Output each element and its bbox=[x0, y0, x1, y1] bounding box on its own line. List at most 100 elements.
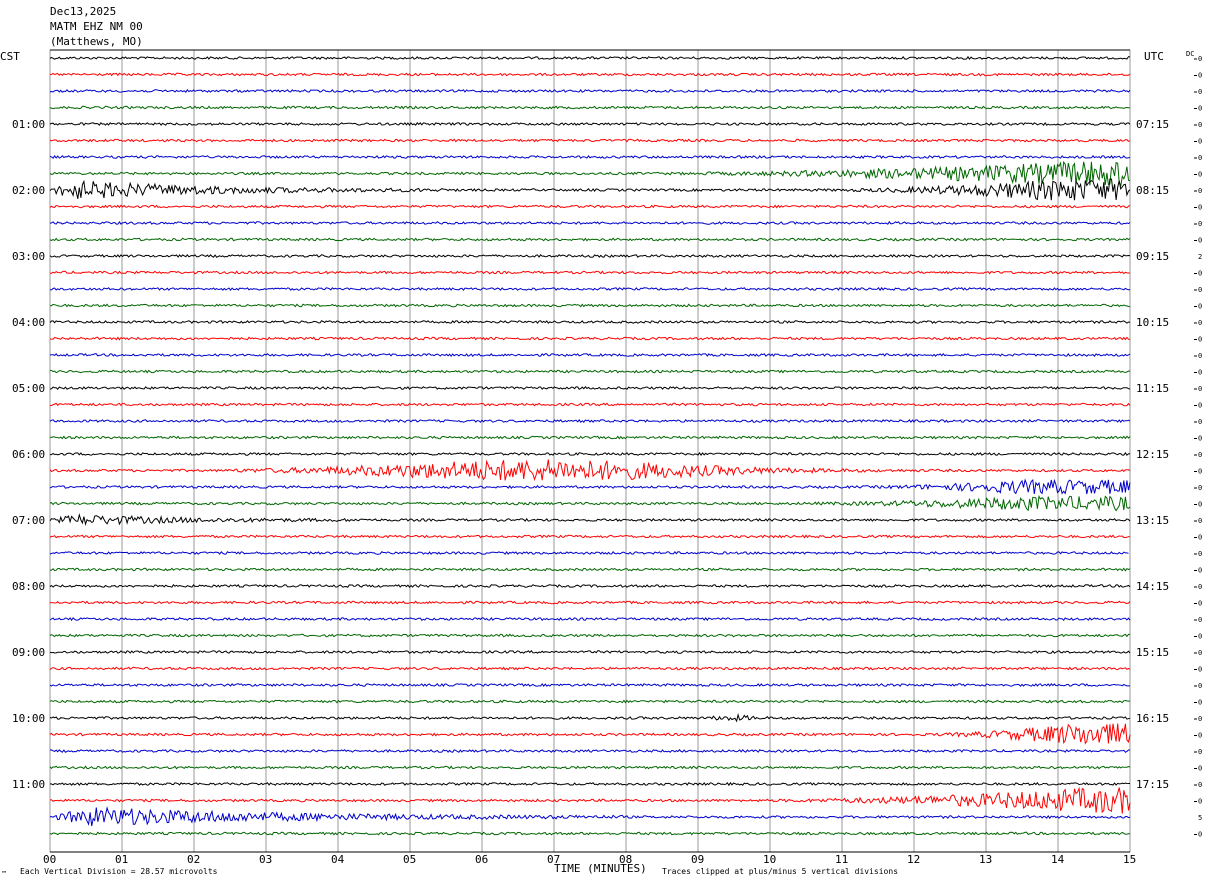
x-tick-label: 14 bbox=[1051, 853, 1065, 866]
trace-line bbox=[49, 494, 1131, 512]
x-axis-label: TIME (MINUTES) bbox=[554, 862, 647, 875]
trace-line bbox=[50, 402, 1131, 407]
trace-line bbox=[49, 650, 1131, 654]
trace-line bbox=[49, 178, 1131, 201]
header-date: Dec13,2025 bbox=[50, 5, 116, 18]
dc-offset-label: 0 bbox=[1198, 633, 1202, 641]
trace-line bbox=[49, 584, 1131, 588]
dc-offset-label: 0 bbox=[1198, 517, 1202, 525]
right-hour-label: 16:15 bbox=[1136, 712, 1169, 725]
left-hour-label: 08:00 bbox=[12, 580, 45, 593]
trace-line bbox=[49, 138, 1131, 143]
dc-offset-label: 0 bbox=[1198, 237, 1202, 245]
right-hour-label: 11:15 bbox=[1136, 382, 1169, 395]
trace-line bbox=[49, 699, 1131, 704]
trace-line bbox=[49, 253, 1131, 258]
right-hour-label: 15:15 bbox=[1136, 646, 1169, 659]
left-hour-label: 07:00 bbox=[12, 514, 45, 527]
header-station: MATM EHZ NM 00 bbox=[50, 20, 143, 33]
dc-offset-label: 0 bbox=[1198, 600, 1202, 608]
seismic-traces bbox=[49, 55, 1131, 836]
x-tick-label: 06 bbox=[475, 853, 488, 866]
helicorder-chart: Dec13,2025 MATM EHZ NM 00 (Matthews, MO)… bbox=[0, 5, 1202, 878]
trace-line bbox=[49, 204, 1131, 209]
trace-line bbox=[49, 154, 1131, 160]
trace-line bbox=[49, 369, 1131, 374]
trace-line bbox=[49, 534, 1131, 539]
dc-offset-label: 0 bbox=[1198, 435, 1202, 443]
left-hour-label: 02:00 bbox=[12, 184, 45, 197]
trace-line bbox=[49, 683, 1130, 687]
dc-offset-label: 0 bbox=[1198, 699, 1202, 707]
dc-offset-label: 0 bbox=[1198, 666, 1202, 674]
right-hour-labels: 07:15 08:15 09:15 10:15 11:15 12:15 13:15 14:15… bbox=[1136, 118, 1169, 791]
trace-line bbox=[49, 600, 1131, 605]
dc-offset-label: 5 bbox=[1198, 814, 1202, 822]
dc-offset-label: 0 bbox=[1198, 187, 1202, 195]
minute-gridlines bbox=[49, 49, 1131, 853]
trace-line bbox=[49, 237, 1131, 242]
trace-line bbox=[49, 513, 1131, 526]
dc-offset-label: 0 bbox=[1198, 138, 1202, 146]
trace-line bbox=[49, 781, 1130, 787]
dc-offset-label: 0 bbox=[1198, 88, 1202, 96]
dc-offset-label: 0 bbox=[1198, 303, 1202, 311]
dc-offset-label: 0 bbox=[1198, 798, 1202, 806]
dc-offset-label: 0 bbox=[1198, 369, 1202, 377]
dc-offset-label: 0 bbox=[1198, 121, 1202, 129]
dc-offset-label: 0 bbox=[1198, 583, 1202, 591]
dc-header-label: DC bbox=[1186, 50, 1194, 58]
trace-line bbox=[49, 550, 1129, 555]
dc-offset-label: 0 bbox=[1198, 748, 1202, 756]
left-timezone-label: CST bbox=[0, 50, 20, 63]
x-tick-label: 02 bbox=[187, 853, 200, 866]
x-tick-label: 05 bbox=[403, 853, 416, 866]
x-tick-label: 10 bbox=[763, 853, 776, 866]
trace-line bbox=[49, 336, 1131, 341]
right-hour-label: 14:15 bbox=[1136, 580, 1169, 593]
dc-offset-label: 0 bbox=[1198, 484, 1202, 492]
dc-offset-label: 0 bbox=[1198, 567, 1202, 575]
dc-offset-label: 0 bbox=[1198, 468, 1202, 476]
dc-offset-label: 0 bbox=[1198, 204, 1202, 212]
trace-line bbox=[49, 478, 1131, 495]
x-tick-label: 00 bbox=[43, 853, 56, 866]
right-hour-label: 09:15 bbox=[1136, 250, 1169, 263]
trace-line bbox=[49, 105, 1131, 110]
trace-line bbox=[49, 765, 1131, 770]
dc-offset-label: 0 bbox=[1198, 270, 1202, 278]
trace-line bbox=[49, 286, 1131, 292]
dc-offset-label: 0 bbox=[1198, 418, 1202, 426]
dc-offset-label: 0 bbox=[1198, 385, 1202, 393]
dc-offset-label: 0 bbox=[1198, 715, 1202, 723]
x-tick-label: 03 bbox=[259, 853, 272, 866]
dc-offset-label: 0 bbox=[1198, 352, 1202, 360]
trace-line bbox=[49, 435, 1131, 440]
x-tick-label: 01 bbox=[115, 853, 128, 866]
x-tick-label: 13 bbox=[979, 853, 992, 866]
dc-offset-label: 0 bbox=[1198, 550, 1202, 558]
trace-line bbox=[49, 567, 1131, 572]
right-hour-label: 12:15 bbox=[1136, 448, 1169, 461]
x-tick-label: 11 bbox=[835, 853, 848, 866]
trace-line bbox=[49, 633, 1130, 638]
trace-line bbox=[49, 666, 1131, 671]
trace-line bbox=[49, 786, 1131, 814]
trace-line bbox=[49, 831, 1131, 836]
dc-offset-label: 0 bbox=[1198, 286, 1202, 294]
dc-offset-label: 0 bbox=[1198, 781, 1202, 789]
dc-offset-label: 0 bbox=[1198, 682, 1202, 690]
trace-line bbox=[49, 72, 1131, 77]
right-hour-label: 07:15 bbox=[1136, 118, 1169, 131]
left-hour-label: 09:00 bbox=[12, 646, 45, 659]
trace-line bbox=[49, 386, 1131, 390]
x-tick-label: 04 bbox=[331, 853, 345, 866]
trace-line bbox=[49, 616, 1131, 622]
dc-offset-label: 0 bbox=[1198, 534, 1202, 542]
dc-offset-label: 0 bbox=[1198, 402, 1202, 410]
dc-offset-label: 0 bbox=[1198, 501, 1202, 509]
trace-line bbox=[49, 723, 1131, 745]
corner-mark: ™ bbox=[2, 870, 6, 878]
dc-offset-label: 0 bbox=[1198, 831, 1202, 839]
trace-line bbox=[50, 303, 1131, 308]
